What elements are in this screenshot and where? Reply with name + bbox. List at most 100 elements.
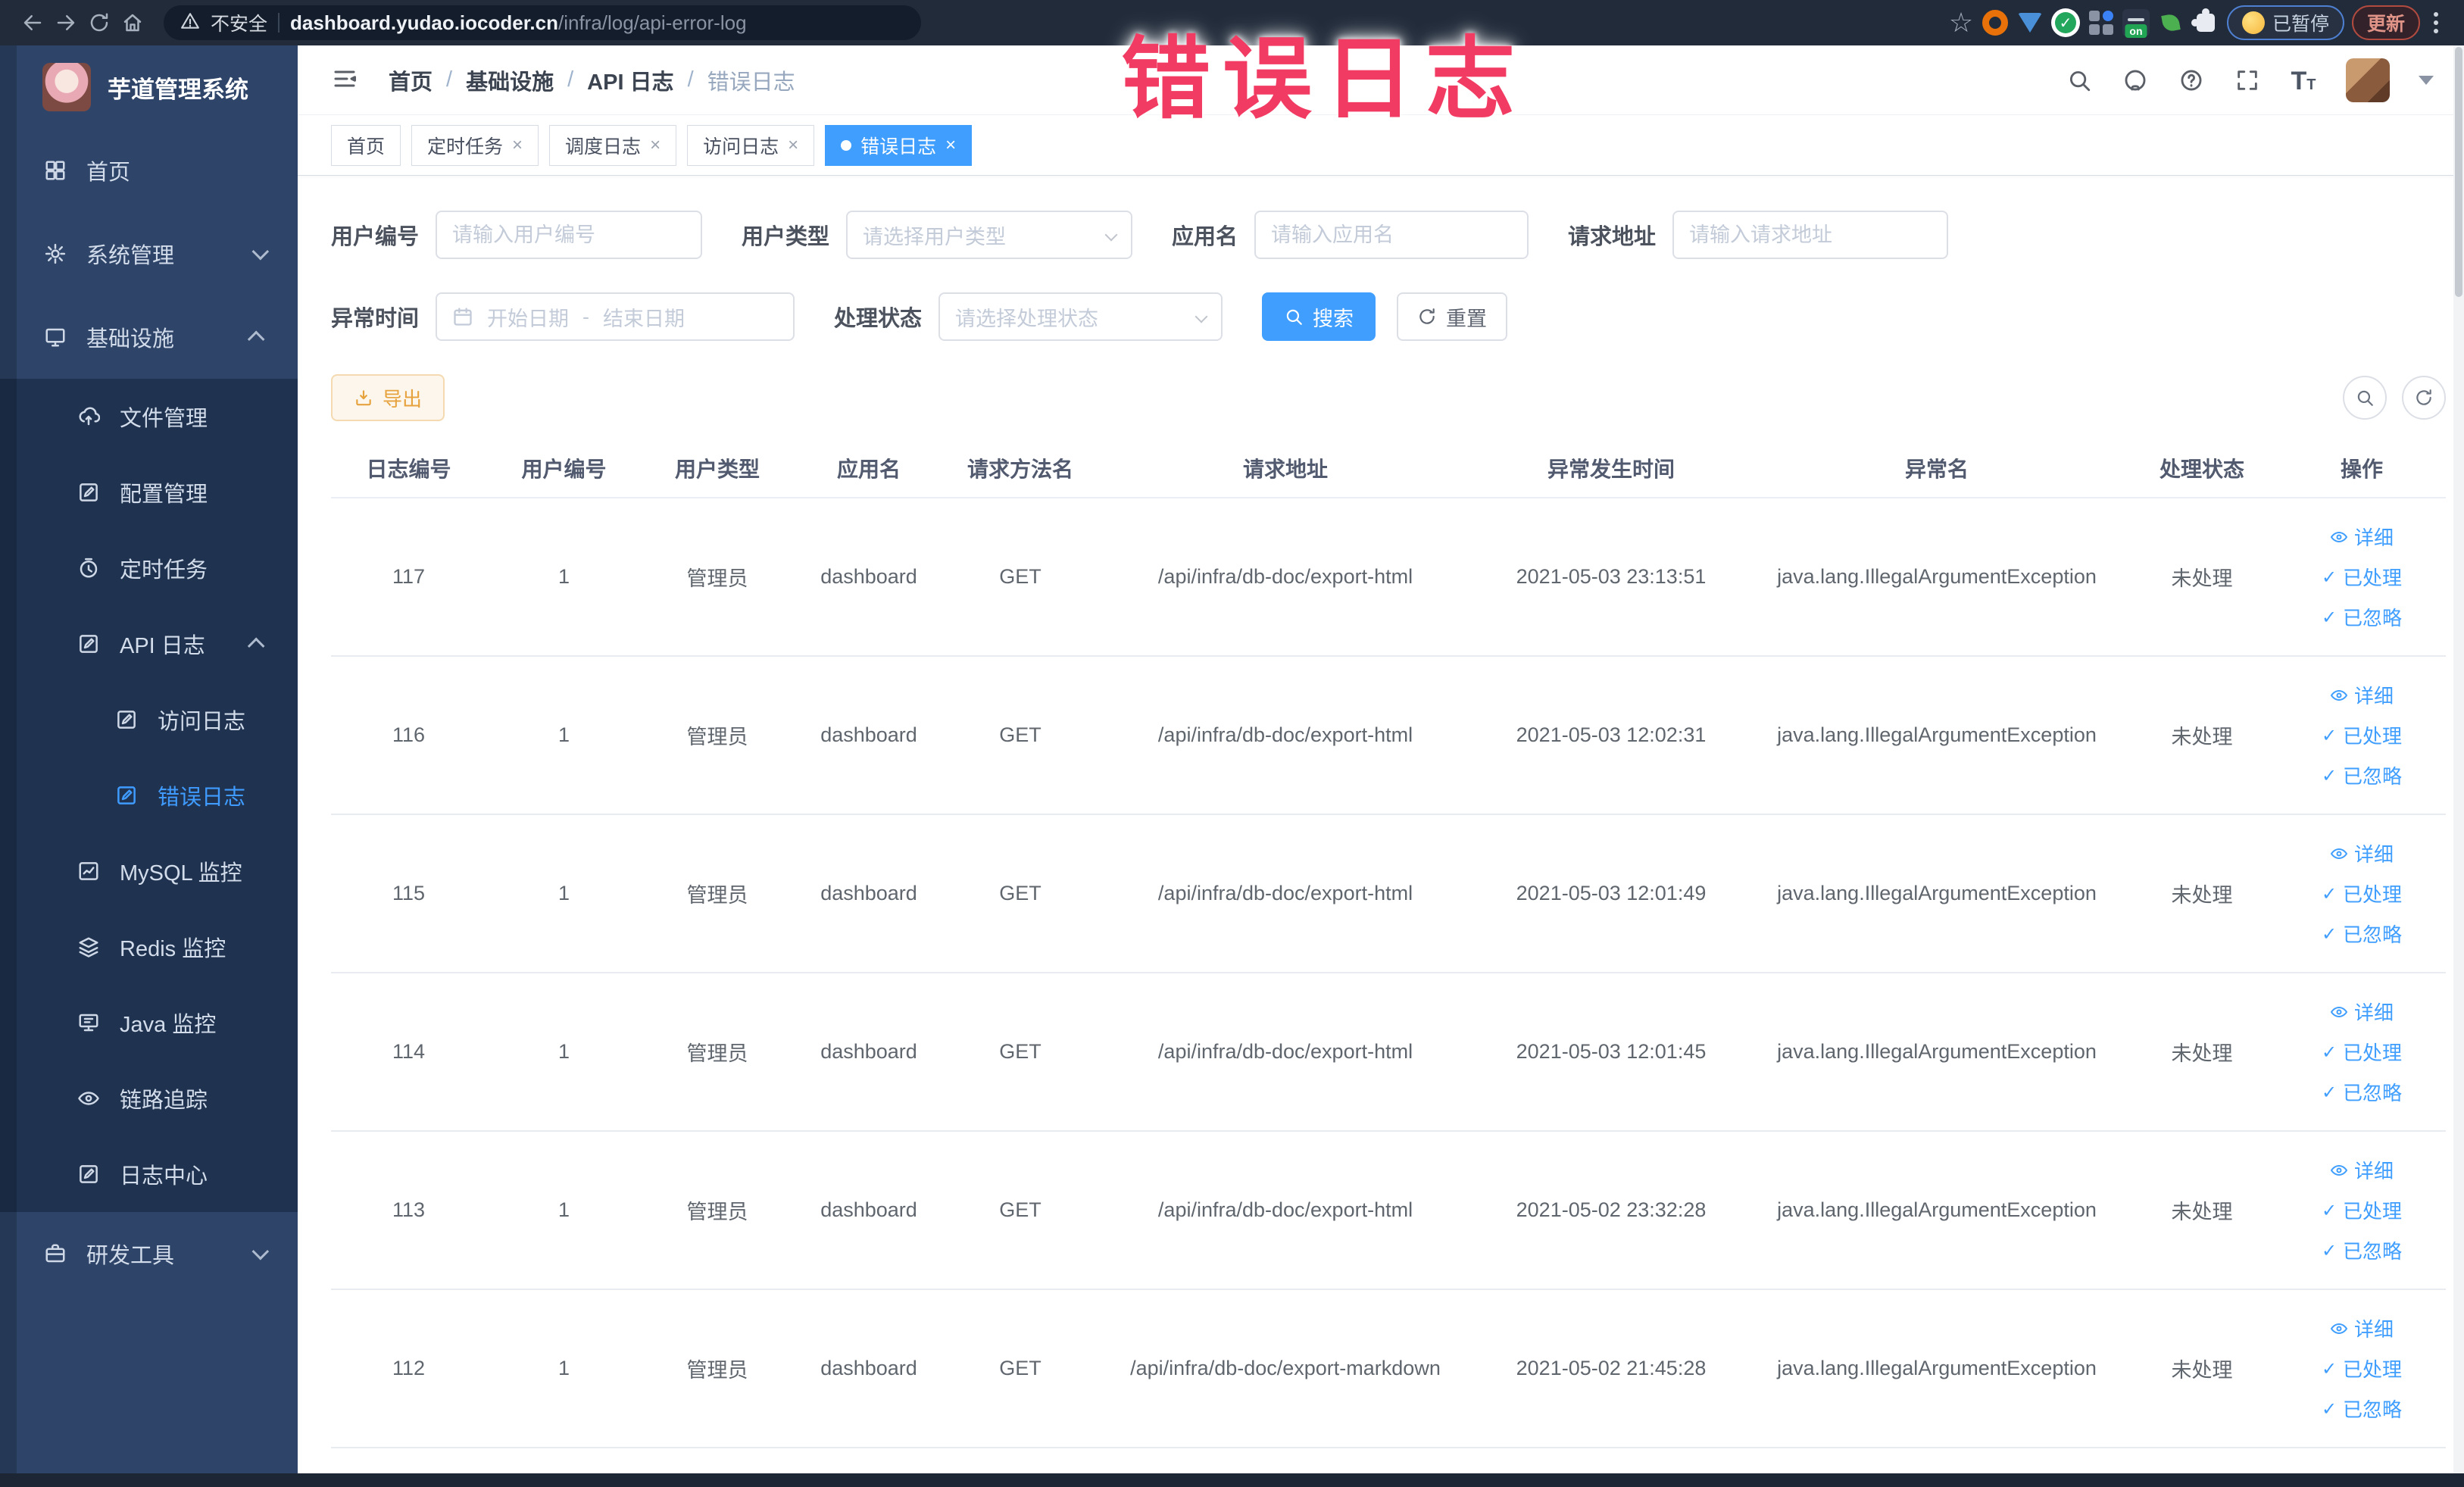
extension-sprout-icon[interactable] — [2157, 9, 2184, 36]
app-logo[interactable]: 芋道管理系统 — [0, 45, 298, 129]
exception-time-range-picker[interactable]: 开始日期 - 结束日期 — [436, 292, 795, 341]
main-panel: 首页 / 基础设施 / API 日志 / 错误日志 TT 首页 定时任务 调度日 — [298, 45, 2464, 1473]
app-name-label: 应用名 — [1172, 225, 1238, 249]
sidebar-item-file-management[interactable]: 文件管理 — [0, 379, 298, 455]
user-type-select[interactable]: 请选择用户类型 — [846, 211, 1133, 259]
edit-square-icon — [76, 480, 101, 505]
sidebar-item-access-log[interactable]: 访问日志 — [0, 682, 298, 758]
close-icon[interactable] — [945, 136, 956, 155]
sidebar-item-redis-monitor[interactable]: Redis 监控 — [0, 909, 298, 985]
export-button[interactable]: 导出 — [331, 374, 445, 421]
user-avatar[interactable] — [2346, 58, 2390, 102]
detail-link[interactable]: 详细 — [2330, 681, 2394, 709]
detail-link[interactable]: 详细 — [2330, 1314, 2394, 1342]
page-scrollbar[interactable] — [2453, 45, 2464, 1473]
browser-menu-icon[interactable] — [2428, 12, 2444, 33]
mark-ignored-link[interactable]: 已忽略 — [2322, 1078, 2402, 1106]
mark-processed-link[interactable]: 已处理 — [2322, 721, 2402, 749]
cell-log-id: 117 — [392, 565, 426, 588]
cell-user-id: 1 — [557, 1198, 570, 1221]
reset-button[interactable]: 重置 — [1397, 292, 1508, 341]
mark-processed-link[interactable]: 已处理 — [2322, 1196, 2402, 1224]
extension-ublock-icon[interactable] — [1982, 9, 2009, 36]
cell-log-id: 116 — [392, 723, 426, 746]
app-name-field[interactable] — [1254, 211, 1529, 259]
mark-ignored-link[interactable]: 已忽略 — [2322, 1395, 2402, 1423]
user-id-field[interactable] — [436, 211, 703, 259]
extensions-puzzle-icon[interactable] — [2191, 8, 2219, 36]
reload-icon[interactable] — [86, 10, 112, 36]
check-icon — [2322, 605, 2337, 629]
sidebar-item-log-center[interactable]: 日志中心 — [0, 1136, 298, 1212]
help-icon[interactable] — [2178, 67, 2205, 94]
tab-home[interactable]: 首页 — [331, 124, 401, 166]
tab-schedule-log[interactable]: 调度日志 — [549, 124, 677, 166]
sidebar-item-mysql-monitor[interactable]: MySQL 监控 — [0, 833, 298, 909]
extension-shield-icon[interactable] — [2016, 9, 2044, 36]
refresh-table-button[interactable] — [2402, 376, 2446, 420]
sidebar-item-config-management[interactable]: 配置管理 — [0, 455, 298, 530]
mark-ignored-link[interactable]: 已忽略 — [2322, 920, 2402, 948]
address-bar[interactable]: 不安全 dashboard.yudao.iocoder.cn/infra/log… — [164, 5, 921, 40]
detail-link[interactable]: 详细 — [2330, 1156, 2394, 1184]
close-icon[interactable] — [788, 136, 798, 155]
cell-user-type: 管理员 — [686, 884, 748, 907]
font-size-icon[interactable]: TT — [2290, 67, 2317, 94]
cell-status: 未处理 — [2171, 567, 2233, 590]
breadcrumb-api-log[interactable]: API 日志 — [587, 64, 673, 96]
tab-access-log[interactable]: 访问日志 — [687, 124, 815, 166]
request-url-field[interactable] — [1672, 211, 1949, 259]
cell-actions: 详细 已处理 已忽略 — [2278, 1314, 2446, 1423]
update-button[interactable]: 更新 — [2351, 5, 2420, 40]
user-menu-caret-icon[interactable] — [2419, 75, 2434, 85]
mark-processed-link[interactable]: 已处理 — [2322, 1038, 2402, 1066]
breadcrumb-home[interactable]: 首页 — [389, 64, 433, 96]
bookmark-star-icon[interactable]: ☆ — [1948, 9, 1974, 36]
search-button[interactable]: 搜索 — [1262, 292, 1376, 341]
tab-error-log[interactable]: 错误日志 — [825, 124, 973, 166]
extension-on-badge-icon[interactable]: on — [2122, 9, 2150, 38]
cell-exception-name: java.lang.IllegalArgumentException — [1777, 723, 2097, 746]
sidebar-item-scheduled-tasks[interactable]: 定时任务 — [0, 530, 298, 606]
hamburger-icon[interactable] — [331, 65, 361, 95]
mark-ignored-link[interactable]: 已忽略 — [2322, 1236, 2402, 1264]
scrollbar-thumb[interactable] — [2455, 47, 2462, 297]
mark-ignored-link[interactable]: 已忽略 — [2322, 761, 2402, 789]
mark-processed-link[interactable]: 已处理 — [2322, 1354, 2402, 1382]
sidebar-item-api-log[interactable]: API 日志 — [0, 606, 298, 682]
extension-grid-icon[interactable] — [2088, 9, 2115, 36]
mark-processed-link[interactable]: 已处理 — [2322, 879, 2402, 908]
cell-request-url: /api/infra/db-doc/export-html — [1157, 1198, 1413, 1221]
sidebar-item-java-monitor[interactable]: Java 监控 — [0, 985, 298, 1061]
home-icon[interactable] — [120, 10, 145, 36]
process-status-select[interactable]: 请选择处理状态 — [938, 292, 1223, 341]
mark-ignored-link[interactable]: 已忽略 — [2322, 603, 2402, 631]
sidebar-item-trace[interactable]: 链路追踪 — [0, 1061, 298, 1136]
sidebar-item-dev-tools[interactable]: 研发工具 — [0, 1212, 298, 1295]
paused-badge[interactable]: 已暂停 — [2226, 5, 2344, 40]
toggle-search-button[interactable] — [2343, 376, 2387, 420]
header-actions: TT — [2066, 58, 2434, 102]
close-icon[interactable] — [512, 136, 523, 155]
github-icon[interactable] — [2122, 67, 2149, 94]
fullscreen-icon[interactable] — [2234, 67, 2261, 94]
detail-link[interactable]: 详细 — [2330, 839, 2394, 867]
active-dot-icon — [841, 139, 852, 151]
back-icon[interactable] — [20, 10, 45, 36]
close-icon[interactable] — [650, 136, 661, 155]
sidebar-item-home[interactable]: 首页 — [0, 129, 298, 212]
tab-scheduled-tasks[interactable]: 定时任务 — [411, 124, 539, 166]
extension-check-icon[interactable]: ✓ — [2050, 8, 2080, 37]
sidebar-item-infrastructure[interactable]: 基础设施 — [0, 295, 298, 379]
java-monitor-icon — [76, 1010, 101, 1036]
search-icon[interactable] — [2066, 67, 2093, 94]
dashboard-icon — [42, 158, 68, 183]
forward-icon[interactable] — [53, 10, 79, 36]
detail-link[interactable]: 详细 — [2330, 523, 2394, 551]
mark-processed-link[interactable]: 已处理 — [2322, 563, 2402, 591]
breadcrumb-infrastructure[interactable]: 基础设施 — [466, 64, 554, 96]
cell-user-type: 管理员 — [686, 1201, 748, 1223]
sidebar-item-error-log[interactable]: 错误日志 — [0, 758, 298, 833]
detail-link[interactable]: 详细 — [2330, 998, 2394, 1026]
sidebar-item-system-management[interactable]: 系统管理 — [0, 212, 298, 295]
